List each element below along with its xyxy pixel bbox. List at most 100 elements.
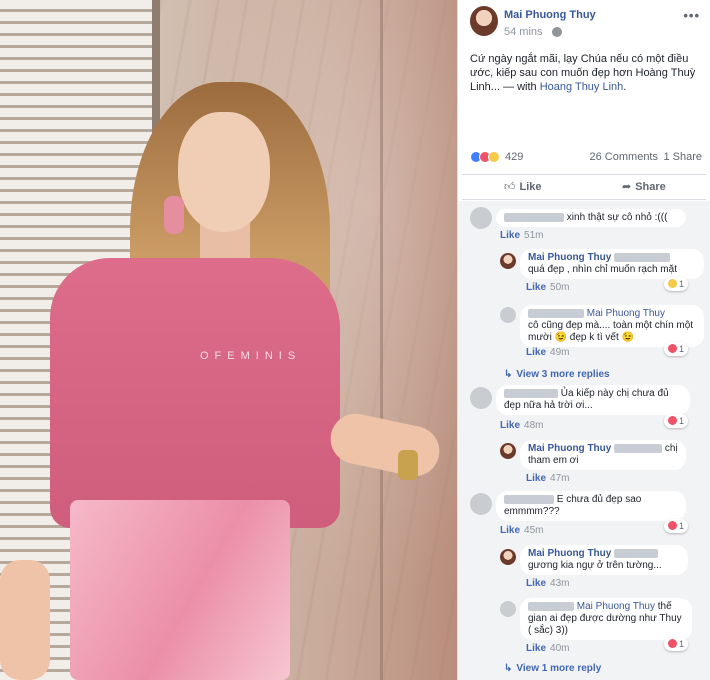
commenter-avatar[interactable] xyxy=(470,207,492,229)
blurred-name xyxy=(528,601,574,611)
reply-tag[interactable]: Mai Phuong Thuy xyxy=(577,601,655,612)
blurred-tag xyxy=(614,443,663,453)
comment-bubble: Ủa kiếp này chị chưa đủ đẹp nữa hả trời … xyxy=(496,385,690,415)
reply-avatar[interactable] xyxy=(500,253,516,269)
reply-reaction-badge[interactable]: 1 xyxy=(664,277,689,291)
comments-count[interactable]: 26 Comments xyxy=(590,151,658,163)
view-more-replies[interactable]: ↳ View 3 more replies xyxy=(504,369,610,380)
comment-meta: Like 51m xyxy=(500,230,543,241)
post-time[interactable]: 54 mins xyxy=(504,26,543,38)
wall-seam xyxy=(380,0,383,680)
comment-meta: Like 45m xyxy=(500,525,543,536)
reply-bubble: Mai Phuong Thuy quá đẹp , nhìn chỉ muốn … xyxy=(520,249,704,279)
reply-meta: Like 43m xyxy=(526,578,569,589)
face xyxy=(178,112,270,232)
blurred-tag xyxy=(614,548,659,558)
share-arrow-icon: ➦ xyxy=(622,181,632,193)
globe-icon xyxy=(552,27,562,37)
reply-bubble: Mai Phuong Thuy thế gian ai đẹp được dườ… xyxy=(520,598,692,640)
comment-time: 48m xyxy=(524,420,544,431)
reply-time: 43m xyxy=(550,578,570,589)
post-header: Mai Phuong Thuy 54 mins ••• xyxy=(470,6,700,40)
earring xyxy=(164,196,184,234)
reply-text: quá đẹp , nhìn chỉ muốn rạch mặt xyxy=(528,264,677,275)
reply-like-link[interactable]: Like xyxy=(526,347,546,358)
reply-like-link[interactable]: Like xyxy=(526,282,546,293)
reply-time: 47m xyxy=(550,473,570,484)
blurred-name xyxy=(504,388,558,398)
post-caption: Cứ ngày ngắt mãi, lạy Chúa nếu có một đi… xyxy=(470,52,706,94)
blurred-name xyxy=(504,494,554,504)
shirt-print: OFEMINIS xyxy=(200,350,302,362)
comment-like-link[interactable]: Like xyxy=(500,525,520,536)
reply-meta: Like 49m xyxy=(526,347,569,358)
reply-time: 49m xyxy=(550,347,570,358)
commenter-avatar[interactable] xyxy=(470,387,492,409)
reply-bubble: Mai Phuong Thuy chị tham em ơi xyxy=(520,440,686,470)
left-arm xyxy=(0,560,50,680)
author-avatar[interactable] xyxy=(470,6,498,36)
reply-reaction-badge[interactable]: 1 xyxy=(664,637,689,651)
reply-time: 50m xyxy=(550,282,570,293)
comment-time: 51m xyxy=(524,230,544,241)
caption-tag-link[interactable]: Hoang Thuy Linh xyxy=(540,81,624,93)
comment-reaction-badge[interactable]: 1 xyxy=(664,414,689,428)
reply-time: 40m xyxy=(550,643,570,654)
more-options-icon[interactable]: ••• xyxy=(683,8,700,23)
author-name[interactable]: Mai Phuong Thuy xyxy=(504,9,596,21)
reply-meta: Like 47m xyxy=(526,473,569,484)
reply-author[interactable]: Mai Phuong Thuy xyxy=(528,548,611,559)
heart-icon xyxy=(668,416,677,425)
share-button[interactable]: ➦ Share xyxy=(622,180,666,193)
reply-like-link[interactable]: Like xyxy=(526,643,546,654)
pink-shirt xyxy=(50,258,340,528)
reply-author[interactable]: Mai Phuong Thuy xyxy=(528,443,611,454)
comment-meta: Like 48m xyxy=(500,420,543,431)
reply-tag[interactable]: Mai Phuong Thuy xyxy=(587,308,665,319)
haha-icon xyxy=(668,279,677,288)
reply-avatar[interactable] xyxy=(500,549,516,565)
caption-end: . xyxy=(623,81,627,93)
post-photo[interactable]: OFEMINIS xyxy=(0,0,457,680)
reply-avatar[interactable] xyxy=(500,601,516,617)
reply-text: cô cũng đẹp mà.... toàn một chín một mườ… xyxy=(528,320,694,343)
reply-meta: Like 40m xyxy=(526,643,569,654)
comment-like-link[interactable]: Like xyxy=(500,230,520,241)
post-panel: Mai Phuong Thuy 54 mins ••• Cứ ngày ngắt… xyxy=(457,0,710,680)
reply-avatar[interactable] xyxy=(500,443,516,459)
reply-reaction-badge[interactable]: 1 xyxy=(664,342,689,356)
comment-bubble: E chưa đủ đẹp sao emmmm??? xyxy=(496,491,686,521)
reply-arrow-icon: ↳ xyxy=(504,369,513,380)
reply-text: gương kia ngự ở trên tường... xyxy=(528,560,662,571)
comment-text: xinh thật sự cô nhỏ :((( xyxy=(566,212,668,223)
heart-icon xyxy=(668,344,677,353)
haha-reaction-icon[interactable] xyxy=(488,151,500,163)
view-more-replies[interactable]: ↳ View 1 more reply xyxy=(504,663,601,674)
heart-icon xyxy=(668,521,677,530)
comment-like-link[interactable]: Like xyxy=(500,420,520,431)
thumbs-up-icon: 👍︎ xyxy=(504,181,516,193)
reactions-bar: 429 26 Comments 1 Share xyxy=(470,150,702,166)
reply-bubble: Mai Phuong Thuy gương kia ngự ở trên tườ… xyxy=(520,545,688,575)
blurred-tag xyxy=(614,252,671,262)
bracelet xyxy=(398,450,418,480)
reaction-count[interactable]: 429 xyxy=(505,151,523,163)
reply-arrow-icon: ↳ xyxy=(504,663,513,674)
reply-author[interactable]: Mai Phuong Thuy xyxy=(528,252,611,263)
blurred-name xyxy=(504,212,564,222)
comment-bubble: xinh thật sự cô nhỏ :((( xyxy=(496,209,686,227)
share-count[interactable]: 1 Share xyxy=(663,151,702,163)
blurred-name xyxy=(528,308,584,318)
commenter-avatar[interactable] xyxy=(470,493,492,515)
reply-avatar[interactable] xyxy=(500,307,516,323)
reply-meta: Like 50m xyxy=(526,282,569,293)
reply-bubble: Mai Phuong Thuy cô cũng đẹp mà.... toàn … xyxy=(520,305,704,347)
action-bar: 👍︎ Like ➦ Share xyxy=(462,174,706,200)
comment-time: 45m xyxy=(524,525,544,536)
comment-reaction-badge[interactable]: 1 xyxy=(664,519,689,533)
reply-like-link[interactable]: Like xyxy=(526,578,546,589)
comments-section: xinh thật sự cô nhỏ :((( Like 51m Mai Phu… xyxy=(458,201,710,680)
heart-icon xyxy=(668,639,677,648)
like-button[interactable]: 👍︎ Like xyxy=(504,180,542,193)
reply-like-link[interactable]: Like xyxy=(526,473,546,484)
